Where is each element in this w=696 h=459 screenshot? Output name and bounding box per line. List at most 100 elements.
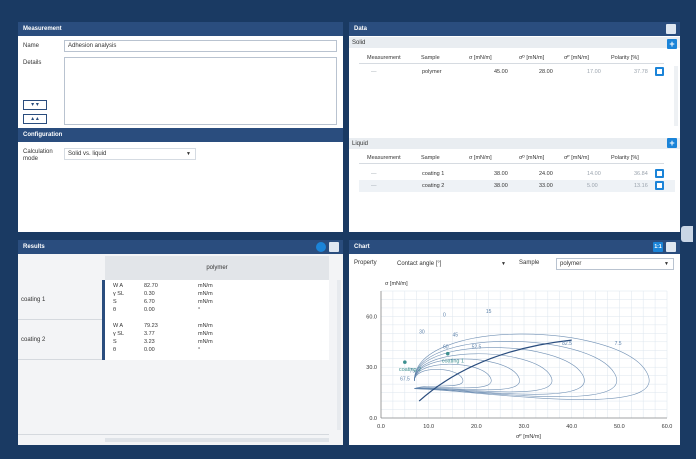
col-sample: Sample <box>421 155 440 161</box>
measurement-panel: Measurement Name Adhesion analysis Detai… <box>18 22 343 232</box>
result-row-label: coating 1 <box>21 297 46 303</box>
contour-line <box>414 358 520 391</box>
name-field[interactable]: Adhesion analysis <box>64 40 337 52</box>
y-tick-label: 0.0 <box>369 416 377 422</box>
contour-label: 15 <box>486 309 492 315</box>
cell-sigma-d: 28.00 <box>539 69 553 75</box>
solid-table-header: Measurement Sample σ [mN/m] σᴰ [mN/m] σᴾ… <box>359 52 664 64</box>
sym-gsl: γ SL <box>113 291 125 297</box>
val-s: 6.70 <box>144 299 155 305</box>
data-point <box>403 360 407 364</box>
contour-label: 7.5 <box>615 341 622 347</box>
sym-theta: θ <box>113 347 117 353</box>
results-column-label: polymer <box>206 265 228 271</box>
details-field[interactable] <box>64 57 337 125</box>
y-tick-label: 30.0 <box>366 365 377 371</box>
val-theta: 0.00 <box>144 307 155 313</box>
details-label: Details <box>23 60 42 66</box>
solid-label: Solid <box>352 40 366 46</box>
sample-label: Sample <box>519 260 540 266</box>
chart-panel: Chart 1:1 Property Contact angle [°] ▼ S… <box>349 240 680 445</box>
add-liquid-button[interactable]: + <box>667 138 677 148</box>
cell-measurement: — <box>371 171 377 177</box>
cell-sigma: 38.00 <box>494 183 508 189</box>
col-sigma-d: σᴰ [mN/m] <box>519 155 545 161</box>
liquid-label: Liquid <box>352 141 369 147</box>
cell-sample: coating 1 <box>422 171 445 177</box>
unit-s: mN/m <box>198 339 213 345</box>
calc-mode-select[interactable]: Solid vs. liquid ▼ <box>64 148 196 160</box>
name-label: Name <box>23 43 40 49</box>
contour-label: 67.5 <box>400 377 410 383</box>
x-tick-label: 30.0 <box>519 424 530 430</box>
sample-select[interactable]: polymer ▼ <box>556 258 674 270</box>
x-tick-label: 10.0 <box>423 424 434 430</box>
cell-sigma-p: 14.00 <box>587 171 601 177</box>
add-solid-button[interactable]: + <box>667 39 677 49</box>
liquid-section-bar: Liquid <box>349 138 680 149</box>
data-point <box>445 351 450 356</box>
sym-theta: θ <box>113 307 117 313</box>
delete-icon[interactable] <box>655 67 664 76</box>
val-gsl: 0.30 <box>144 291 155 297</box>
move-down-button[interactable]: ▾ ▾ <box>23 100 47 110</box>
col-measurement: Measurement <box>367 155 401 161</box>
horizontal-scrollbar[interactable] <box>105 438 329 442</box>
move-up-button[interactable]: ▴ ▴ <box>23 114 47 124</box>
property-label: Property <box>354 260 377 266</box>
unit-theta: ° <box>198 307 201 313</box>
liquid-table-header: Measurement Sample σ [mN/m] σᴰ [mN/m] σᴾ… <box>359 152 664 164</box>
results-empty-area <box>18 360 329 435</box>
collapse-tab[interactable] <box>681 226 693 242</box>
col-sample: Sample <box>421 55 440 61</box>
col-sigma-p: σᴾ [mN/m] <box>564 155 589 161</box>
table-row[interactable]: — coating 1 38.00 24.00 14.00 36.84 <box>359 168 675 180</box>
gear-icon[interactable] <box>316 242 326 252</box>
calc-mode-label: Calculation <box>23 149 53 155</box>
col-sigma: σ [mN/m] <box>469 55 492 61</box>
col-measurement: Measurement <box>367 55 401 61</box>
cell-polarity: 13.16 <box>634 183 648 189</box>
delete-icon[interactable] <box>655 169 664 178</box>
table-row[interactable]: — polymer 45.00 28.00 17.00 37.78 <box>359 66 675 78</box>
y-tick-label: 60.0 <box>366 314 377 320</box>
delete-icon[interactable] <box>655 181 664 190</box>
contour-label: 52.5 <box>472 345 482 351</box>
x-tick-label: 50.0 <box>614 424 625 430</box>
data-point-label: coating 1 <box>442 359 464 365</box>
measurement-header: Measurement <box>18 22 343 36</box>
x-axis-label: σᴾ [mN/m] <box>516 433 541 440</box>
y-axis-label: σ [mN/m] <box>385 281 408 287</box>
vertical-scrollbar[interactable] <box>337 280 341 430</box>
data-header: Data <box>349 22 680 36</box>
cell-measurement: — <box>371 69 377 75</box>
cell-sample: polymer <box>422 69 442 75</box>
table-row[interactable]: — coating 2 38.00 33.00 5.00 13.16 <box>359 180 675 192</box>
x-tick-label: 60.0 <box>662 424 673 430</box>
maximize-icon[interactable] <box>666 242 676 252</box>
cell-sigma-p: 5.00 <box>587 183 598 189</box>
chevron-down-icon: ▼ <box>664 261 669 267</box>
val-wa: 82.70 <box>144 283 158 289</box>
cell-measurement: — <box>371 183 377 189</box>
sym-s: S <box>113 339 117 345</box>
sym-s: S <box>113 299 117 305</box>
chevron-down-icon: ▼ <box>186 151 191 157</box>
chart-plot: 01530456067.57582.5 7.552.5coating 1coati… <box>366 281 673 440</box>
configuration-header: Configuration <box>18 128 343 142</box>
sym-gsl: γ SL <box>113 331 125 337</box>
results-col-header: polymer <box>105 256 329 280</box>
maximize-icon[interactable] <box>666 24 676 34</box>
zoom-badge[interactable]: 1:1 <box>653 242 663 252</box>
contour-label: 82.5 <box>562 341 572 347</box>
calc-mode-label-2: mode <box>23 156 39 162</box>
property-select[interactable]: Contact angle [°] ▼ <box>393 258 511 270</box>
col-sigma-d: σᴰ [mN/m] <box>519 55 545 61</box>
result-card <box>105 320 329 360</box>
cell-sigma-d: 33.00 <box>539 183 553 189</box>
solid-section-bar: Solid <box>349 37 680 48</box>
scrollbar[interactable] <box>674 66 678 126</box>
maximize-icon[interactable] <box>329 242 339 252</box>
cell-sigma: 38.00 <box>494 171 508 177</box>
val-theta: 0.00 <box>144 347 155 353</box>
